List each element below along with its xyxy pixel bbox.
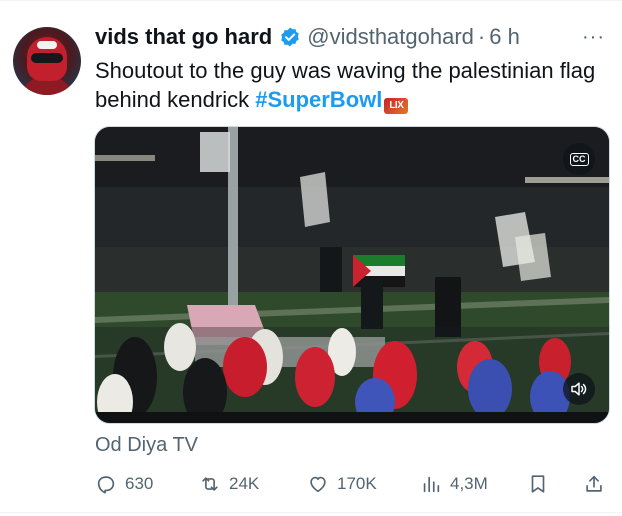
share-button[interactable] (583, 470, 613, 498)
views-button[interactable]: 4,3M (420, 470, 488, 498)
super-bowl-hashflag-icon: LIX (384, 98, 409, 114)
bookmark-button[interactable] (527, 470, 557, 498)
video-player[interactable]: CC (94, 126, 610, 424)
repost-button[interactable]: 24K (199, 470, 259, 498)
tweet-header: vids that go hard @vidsthatgohard · 6 h (95, 22, 520, 52)
tweet-actions: 630 24K 170K 4,3M (95, 470, 607, 498)
hashtag-link[interactable]: #SuperBowl (255, 87, 382, 112)
captions-label: CC (569, 152, 589, 166)
volume-icon[interactable] (563, 373, 595, 405)
like-button[interactable]: 170K (307, 470, 377, 498)
bookmark-icon (531, 475, 545, 493)
captions-button[interactable]: CC (563, 143, 595, 175)
reply-icon (97, 476, 115, 494)
repost-icon (202, 477, 218, 491)
like-count: 170K (337, 474, 377, 493)
more-options-icon[interactable]: ··· (582, 26, 605, 49)
header-separator: · (477, 24, 486, 49)
author-name[interactable]: vids that go hard (95, 24, 272, 50)
views-icon (423, 476, 440, 493)
media-source-attribution[interactable]: Od Diya TV (95, 434, 198, 457)
reply-count: 630 (125, 474, 154, 493)
verified-badge-icon[interactable] (279, 26, 301, 48)
video-frame (95, 127, 609, 423)
heart-icon (310, 476, 326, 493)
share-icon (586, 475, 602, 492)
author-handle[interactable]: @vidsthatgohard (307, 24, 474, 50)
top-divider (0, 0, 622, 1)
avatar-helmet-logo (37, 41, 57, 49)
avatar-visor (31, 53, 63, 63)
bottom-divider (0, 512, 622, 513)
view-count: 4,3M (450, 474, 488, 493)
tweet-text: Shoutout to the guy was waving the pales… (95, 56, 605, 114)
reply-button[interactable]: 630 (95, 470, 153, 498)
repost-count: 24K (229, 474, 260, 493)
avatar[interactable] (13, 27, 81, 95)
tweet-timestamp[interactable]: 6 h (489, 24, 520, 50)
